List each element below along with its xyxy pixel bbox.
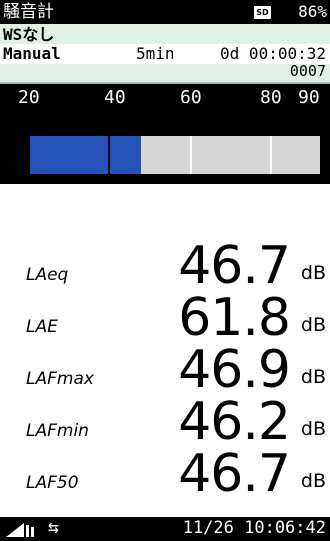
reading-label-laeq: LAeq (26, 265, 69, 285)
reading-unit-lafmax: dB (300, 366, 326, 388)
battery-level: 86% (298, 2, 327, 21)
level-bar-divider (190, 136, 192, 174)
reading-label-lafmax: LAFmax (26, 369, 94, 389)
reading-unit-laf50: dB (300, 470, 326, 492)
reading-value-laf50: 46.7 (178, 444, 291, 504)
measure-counter: 0007 (289, 62, 326, 80)
reading-value-lafmax: 46.9 (178, 340, 291, 400)
wind-screen-status: WSなし (3, 25, 55, 44)
swap-arrows-icon: ⇆ (48, 517, 59, 538)
reading-value-lafmin: 46.2 (178, 392, 291, 452)
level-bar-divider (108, 136, 110, 174)
level-bar-divider (270, 136, 272, 174)
reading-label-laf50: LAF50 (26, 473, 79, 493)
scale-label-40: 40 (104, 87, 126, 108)
reading-unit-lae: dB (300, 314, 326, 336)
reading-value-laeq: 46.7 (178, 236, 291, 296)
sd-card-icon: SD (254, 6, 271, 19)
reading-value-lae: 61.8 (178, 288, 291, 348)
elapsed-time: 0d 00:00:32 (220, 44, 326, 63)
scale-label-80: 80 (260, 87, 282, 108)
reading-label-lae: LAE (26, 317, 58, 337)
measure-mode: Manual (3, 44, 61, 63)
scale-label-90: 90 (298, 87, 320, 108)
date-time: 11/26 10:06:42 (182, 518, 326, 538)
reading-unit-laeq: dB (300, 262, 326, 284)
level-bar-fill (30, 136, 141, 174)
app-title: 騒音計 (3, 2, 54, 22)
reading-label-lafmin: LAFmin (26, 421, 89, 441)
signal-icon (6, 523, 34, 537)
reading-unit-lafmin: dB (300, 418, 326, 440)
measure-interval: 5min (136, 44, 175, 63)
scale-label-20: 20 (18, 87, 40, 108)
scale-label-60: 60 (180, 87, 202, 108)
